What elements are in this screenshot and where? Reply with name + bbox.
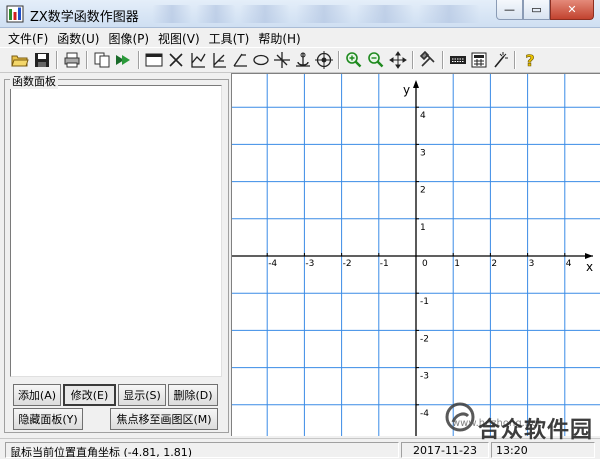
pan-icon[interactable] (388, 50, 408, 70)
x-tick-label: 2 (491, 259, 497, 269)
x-tick-label: -1 (380, 259, 389, 269)
x-tick-label: -2 (343, 259, 352, 269)
intersect-icon[interactable] (272, 50, 292, 70)
axis-tool-icon[interactable] (188, 50, 208, 70)
toolbar-separator (86, 51, 88, 69)
menu-tools[interactable]: 工具(T) (209, 28, 259, 46)
minimize-button[interactable]: — (496, 0, 523, 20)
menu-bar: 文件(F) 函数(U) 图像(P) 视图(V) 工具(T) 帮助(H) (0, 28, 600, 46)
status-time: 13:20 (491, 442, 595, 458)
y-tick-label: -3 (420, 372, 429, 382)
y-tick-label: -4 (420, 409, 429, 419)
coordinate-plane: -4 -3 -2 -1 0 1 2 3 4 4 3 2 1 -1 -2 -3 -4 x y (232, 74, 600, 436)
close-button[interactable]: ✕ (550, 0, 594, 20)
blurred-tab (196, 5, 236, 23)
svg-text:?: ? (525, 51, 534, 69)
save-icon[interactable] (32, 50, 52, 70)
panel-title: 函数面板 (10, 73, 58, 89)
coordinate-frame-icon[interactable] (144, 50, 164, 70)
blurred-tab (240, 5, 290, 23)
x-axis-label: x (586, 260, 593, 274)
title-bar: ZX数学函数作图器 — ▭ ✕ (0, 0, 600, 28)
menu-help[interactable]: 帮助(H) (258, 28, 309, 46)
toolbar-separator (338, 51, 340, 69)
window-title: ZX数学函数作图器 (30, 10, 139, 25)
zoom-in-icon[interactable] (344, 50, 364, 70)
toolbar-separator (412, 51, 414, 69)
angle-icon[interactable] (230, 50, 250, 70)
add-button[interactable]: 添加(A) (13, 384, 61, 406)
x-tick-label: 0 (422, 259, 428, 269)
help-icon[interactable]: ? (520, 50, 540, 70)
y-axis-label: y (403, 83, 410, 97)
export-arrow-icon[interactable] (113, 50, 133, 70)
blurred-tab (296, 5, 352, 23)
print-icon[interactable] (62, 50, 82, 70)
x-tick-label: 4 (566, 259, 572, 269)
magic-wand-icon[interactable] (490, 50, 510, 70)
blurred-tab (152, 5, 192, 23)
y-tick-label: 3 (420, 148, 426, 158)
graph-area[interactable]: -4 -3 -2 -1 0 1 2 3 4 4 3 2 1 -1 -2 -3 -4 x y (231, 73, 600, 436)
x-tick-label: 1 (454, 259, 460, 269)
y-tick-label: 1 (420, 223, 426, 233)
maximize-button[interactable]: ▭ (523, 0, 550, 20)
y-tick-label: -1 (420, 297, 429, 307)
toolbar-separator (442, 51, 444, 69)
toolbar: ? (0, 47, 600, 73)
app-icon (6, 5, 24, 23)
hide-panel-button[interactable]: 隐藏面板(Y) (13, 408, 83, 430)
x-tick-label: -4 (268, 259, 277, 269)
copy-icon[interactable] (92, 50, 112, 70)
calculator-icon[interactable] (469, 50, 489, 70)
menu-view[interactable]: 视图(V) (158, 28, 209, 46)
axis-tool-2-icon[interactable] (209, 50, 229, 70)
focus-graph-button[interactable]: 焦点移至画图区(M) (110, 408, 218, 430)
x-tick-label: 3 (529, 259, 535, 269)
y-axis-arrow (413, 80, 419, 88)
toolbar-separator (138, 51, 140, 69)
y-tick-label: 2 (420, 186, 426, 196)
delete-button[interactable]: 删除(D) (168, 384, 218, 406)
blurred-tab (418, 5, 480, 23)
function-list[interactable] (10, 85, 222, 377)
target-icon[interactable] (314, 50, 334, 70)
y-tick-label: 4 (420, 111, 426, 121)
show-button[interactable]: 显示(S) (118, 384, 166, 406)
tools-icon[interactable] (418, 50, 438, 70)
blurred-tab (356, 5, 414, 23)
x-axis-arrow (585, 253, 593, 259)
edit-button[interactable]: 修改(E) (63, 384, 116, 406)
ellipse-icon[interactable] (251, 50, 271, 70)
cross-lines-icon[interactable] (166, 50, 186, 70)
y-tick-label: -2 (420, 334, 429, 344)
menu-function[interactable]: 函数(U) (57, 28, 108, 46)
x-tick-label: -3 (305, 259, 314, 269)
watermark-name: 合众软件园 (478, 418, 594, 443)
toolbar-separator (514, 51, 516, 69)
status-date: 2017-11-23 (401, 442, 489, 458)
menu-file[interactable]: 文件(F) (8, 28, 57, 46)
zoom-out-icon[interactable] (366, 50, 386, 70)
keyboard-icon[interactable] (448, 50, 468, 70)
toolbar-separator (56, 51, 58, 69)
menu-image[interactable]: 图像(P) (108, 28, 158, 46)
mouse-coords: 鼠标当前位置直角坐标 (-4.81, 1.81) (5, 442, 399, 458)
anchor-icon[interactable] (293, 50, 313, 70)
open-folder-icon[interactable] (10, 50, 30, 70)
